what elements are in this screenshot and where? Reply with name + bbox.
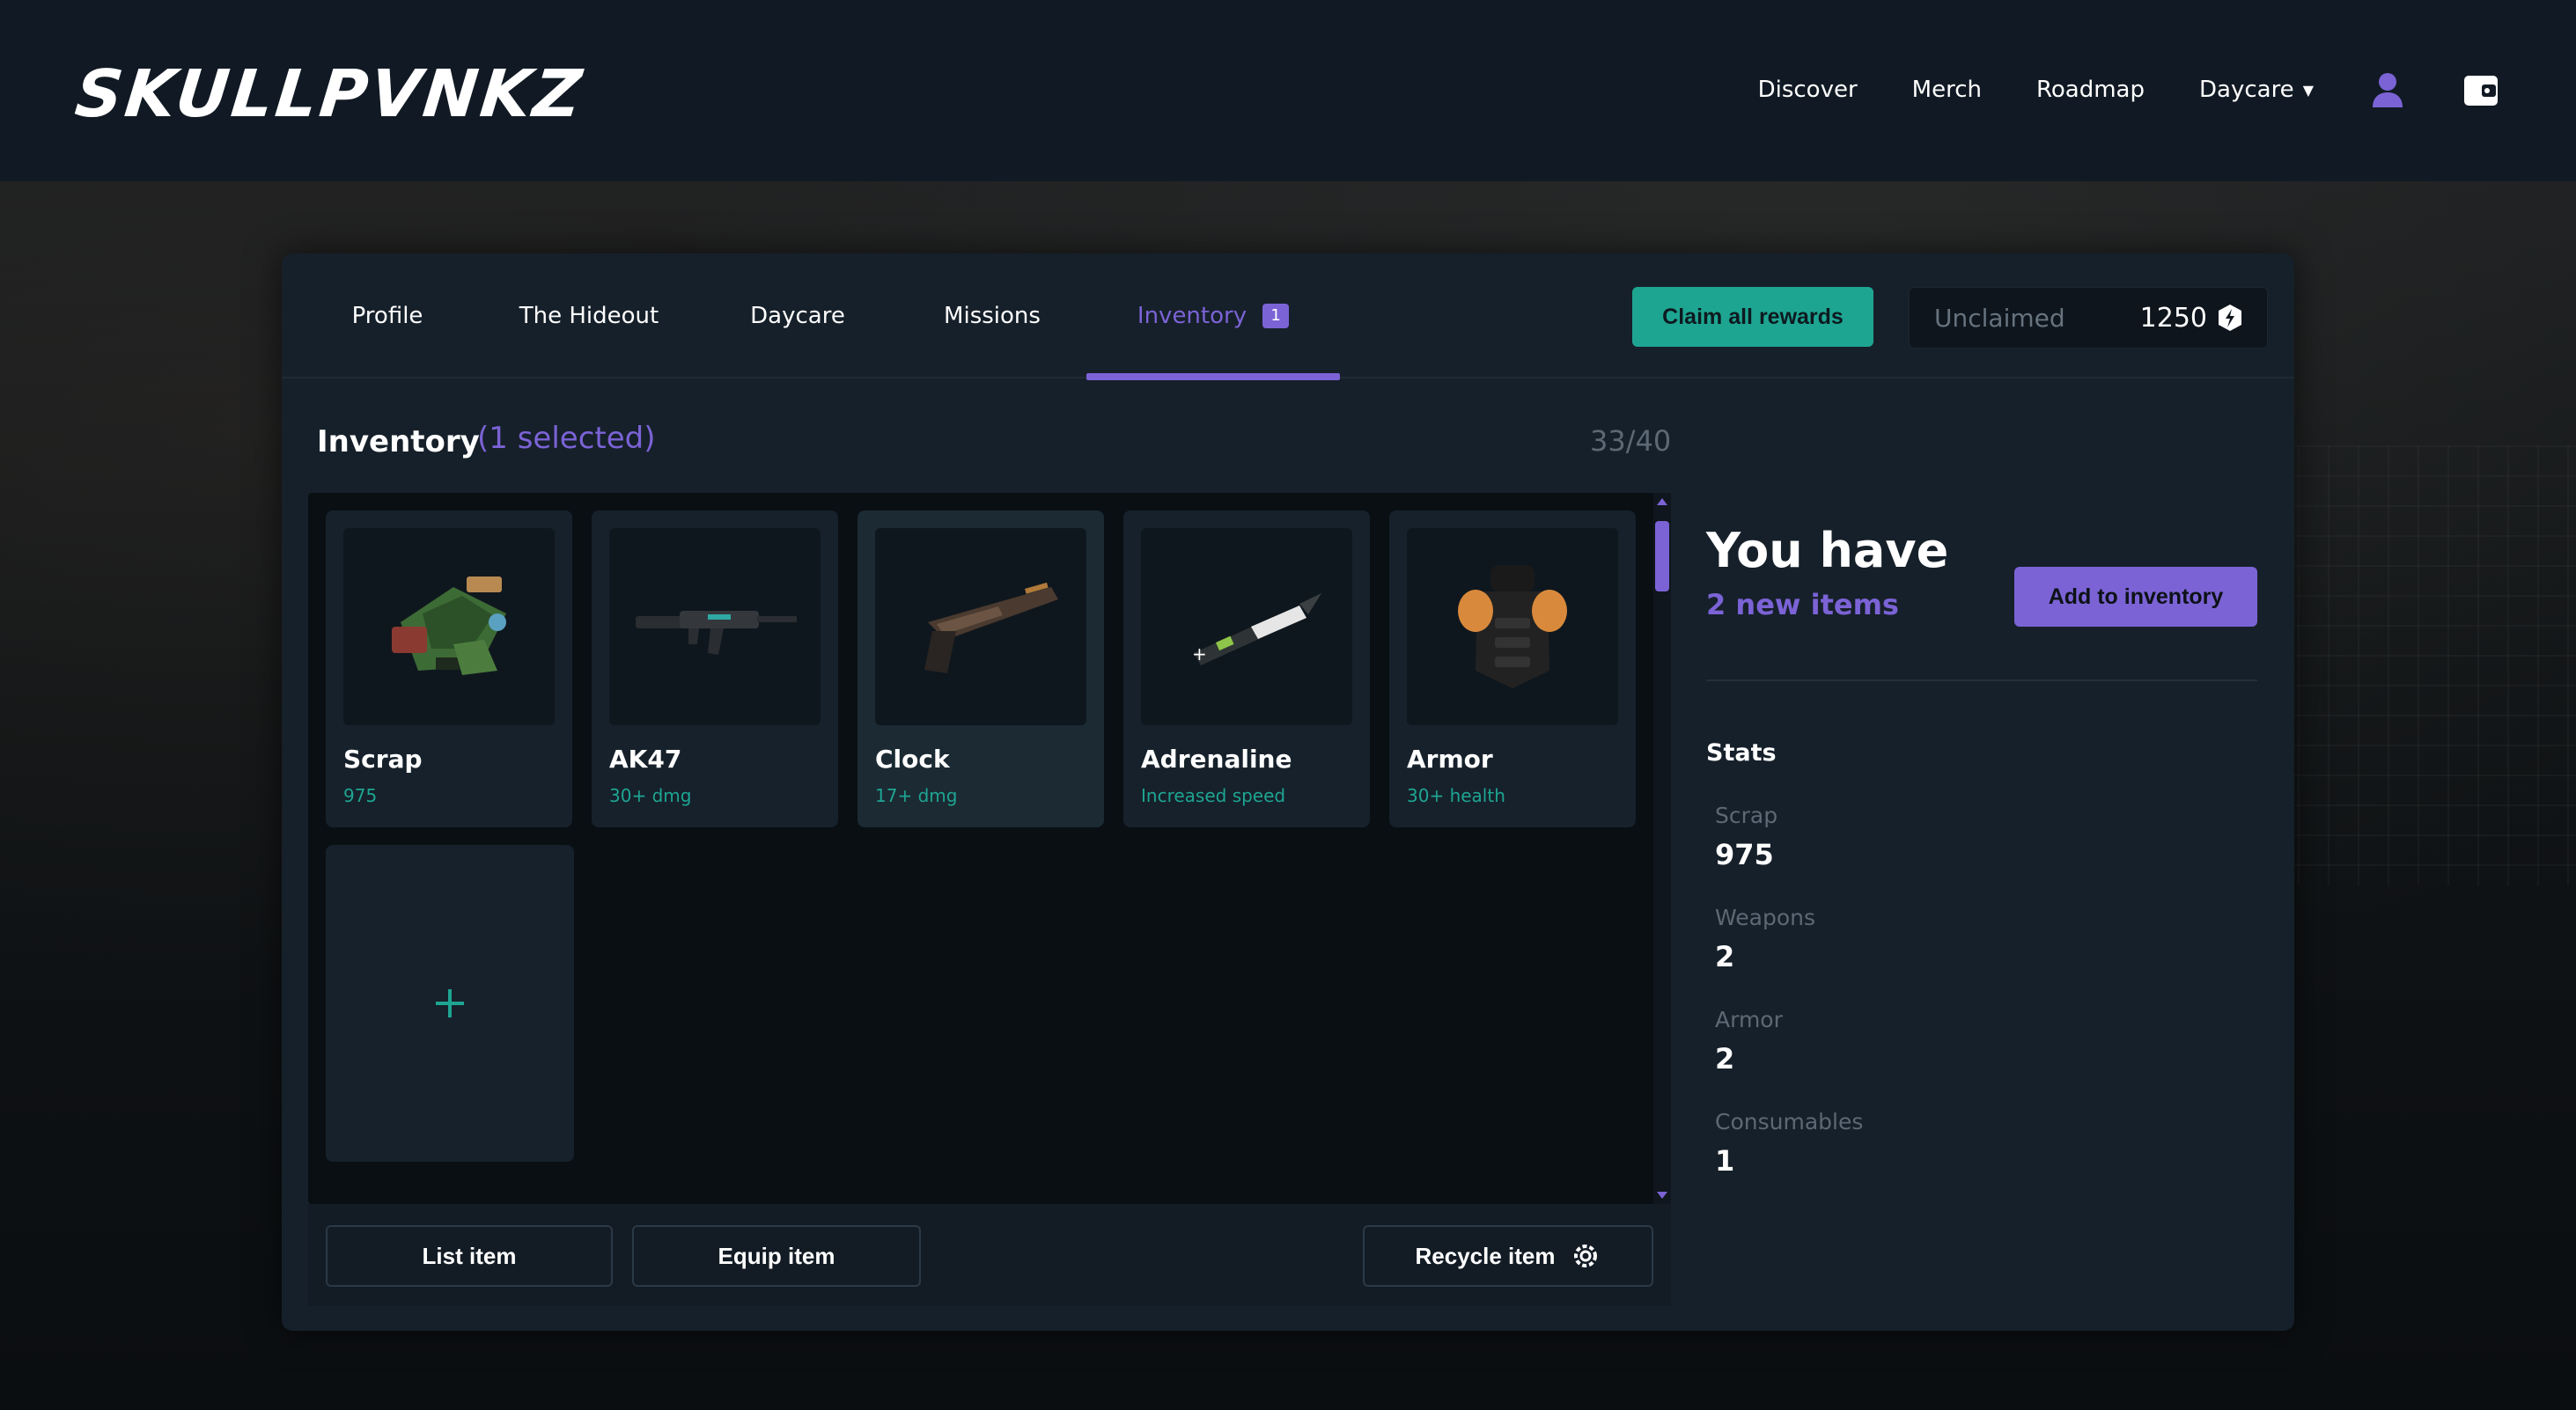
item-name: Clock xyxy=(875,745,950,774)
tab-inventory[interactable]: Inventory 1 xyxy=(1086,253,1340,380)
wallet-icon[interactable] xyxy=(2462,70,2500,109)
tab-profile[interactable]: Profile xyxy=(317,253,458,378)
list-item-button[interactable]: List item xyxy=(326,1225,613,1287)
recycle-item-button[interactable]: Recycle item xyxy=(1363,1225,1653,1287)
plus-icon xyxy=(436,989,464,1017)
item-detail: 975 xyxy=(343,785,378,806)
stat-value-armor: 2 xyxy=(1715,1042,1735,1076)
tab-missions-label: Missions xyxy=(944,303,1041,329)
selected-count: (1 selected) xyxy=(477,421,656,456)
tab-profile-label: Profile xyxy=(351,303,423,329)
inventory-badge: 1 xyxy=(1262,304,1290,328)
top-navigation: SKULLPVNKZ Discover Merch Roadmap Daycar… xyxy=(0,0,2576,181)
stat-label-weapons: Weapons xyxy=(1715,905,1815,930)
stat-value-scrap: 975 xyxy=(1715,838,1774,871)
stat-value-consumables: 1 xyxy=(1715,1144,1735,1178)
stat-label-armor: Armor xyxy=(1715,1007,1783,1032)
nav-discover[interactable]: Discover xyxy=(1758,77,1858,103)
inventory-grid: Scrap 975 AK47 30+ dmg Clock 17+ dmg + A… xyxy=(308,493,1671,1204)
tab-missions[interactable]: Missions xyxy=(909,253,1076,378)
tab-hideout-label: The Hideout xyxy=(519,303,659,329)
nav-daycare-label: Daycare xyxy=(2199,77,2294,103)
stats-title: Stats xyxy=(1706,739,1777,767)
summary-heading: You have xyxy=(1706,523,1949,578)
inventory-scrollbar[interactable] xyxy=(1653,493,1671,1204)
tab-bar: Profile The Hideout Daycare Missions Inv… xyxy=(282,253,2294,380)
tab-inventory-label: Inventory xyxy=(1137,303,1248,329)
svg-text:+: + xyxy=(1192,643,1207,665)
rifle-icon xyxy=(609,528,821,725)
stat-value-weapons: 2 xyxy=(1715,940,1735,973)
nav-merch-label: Merch xyxy=(1911,77,1982,103)
stat-label-scrap: Scrap xyxy=(1715,803,1778,828)
inventory-card-ak47[interactable]: AK47 30+ dmg xyxy=(592,510,838,827)
divider xyxy=(1706,679,2257,681)
new-items-count: 2 new items xyxy=(1706,588,1899,621)
recycle-item-label: Recycle item xyxy=(1415,1242,1556,1269)
nav-daycare-dropdown[interactable]: Daycare ▼ xyxy=(2199,77,2314,103)
unclaimed-value: 1250 xyxy=(2139,302,2207,334)
nav-roadmap-label: Roadmap xyxy=(2035,77,2145,103)
item-actions: List item Equip item Recycle item xyxy=(308,1204,1671,1306)
gear-icon xyxy=(1574,1245,1598,1267)
token-icon xyxy=(2219,305,2241,331)
claim-all-rewards-button[interactable]: Claim all rewards xyxy=(1632,287,1873,347)
inventory-card-clock[interactable]: Clock 17+ dmg xyxy=(857,510,1104,827)
user-icon[interactable] xyxy=(2368,70,2407,109)
tab-hideout[interactable]: The Hideout xyxy=(488,253,690,378)
tab-daycare[interactable]: Daycare xyxy=(718,253,877,378)
nav-discover-label: Discover xyxy=(1757,77,1858,103)
inventory-panel: Profile The Hideout Daycare Missions Inv… xyxy=(282,253,2294,1331)
unclaimed-rewards: Unclaimed 1250 xyxy=(1909,287,2268,349)
equip-item-label: Equip item xyxy=(718,1242,835,1269)
scroll-thumb[interactable] xyxy=(1655,521,1669,591)
inventory-title: Inventory xyxy=(317,424,480,459)
item-detail: 17+ dmg xyxy=(875,785,958,806)
inventory-card-armor[interactable]: Armor 30+ health xyxy=(1389,510,1636,827)
brand-logo[interactable]: SKULLPVNKZ xyxy=(71,55,587,134)
inventory-card-scrap[interactable]: Scrap 975 xyxy=(326,510,572,827)
inventory-card-adrenaline[interactable]: + Adrenaline Increased speed xyxy=(1123,510,1370,827)
item-detail: 30+ health xyxy=(1407,785,1505,806)
unclaimed-amount: 1250 xyxy=(2140,303,2242,334)
armor-icon xyxy=(1407,528,1618,725)
syringe-icon: + xyxy=(1141,528,1352,725)
item-name: AK47 xyxy=(609,745,682,774)
list-item-label: List item xyxy=(422,1242,517,1269)
item-name: Scrap xyxy=(343,745,423,774)
scrap-icon xyxy=(343,528,555,725)
pistol-icon xyxy=(875,528,1086,725)
item-name: Adrenaline xyxy=(1141,745,1292,774)
item-name: Armor xyxy=(1407,745,1493,774)
nav-links: Discover Merch Roadmap Daycare ▼ xyxy=(1704,62,2500,118)
add-to-inventory-button[interactable]: Add to inventory xyxy=(2014,567,2257,627)
equip-item-button[interactable]: Equip item xyxy=(632,1225,921,1287)
nav-roadmap[interactable]: Roadmap xyxy=(2036,77,2145,103)
unclaimed-label: Unclaimed xyxy=(1934,303,2065,333)
add-item-button[interactable] xyxy=(326,845,574,1162)
stat-label-consumables: Consumables xyxy=(1715,1109,1864,1135)
item-detail: Increased speed xyxy=(1141,785,1286,806)
tab-daycare-label: Daycare xyxy=(750,303,845,329)
inventory-capacity: 33/40 xyxy=(1590,424,1672,458)
nav-merch[interactable]: Merch xyxy=(1912,77,1982,103)
item-detail: 30+ dmg xyxy=(609,785,692,806)
scroll-down-icon[interactable] xyxy=(1657,1192,1667,1199)
scroll-up-icon[interactable] xyxy=(1657,498,1667,505)
chevron-down-icon: ▼ xyxy=(2302,81,2314,99)
